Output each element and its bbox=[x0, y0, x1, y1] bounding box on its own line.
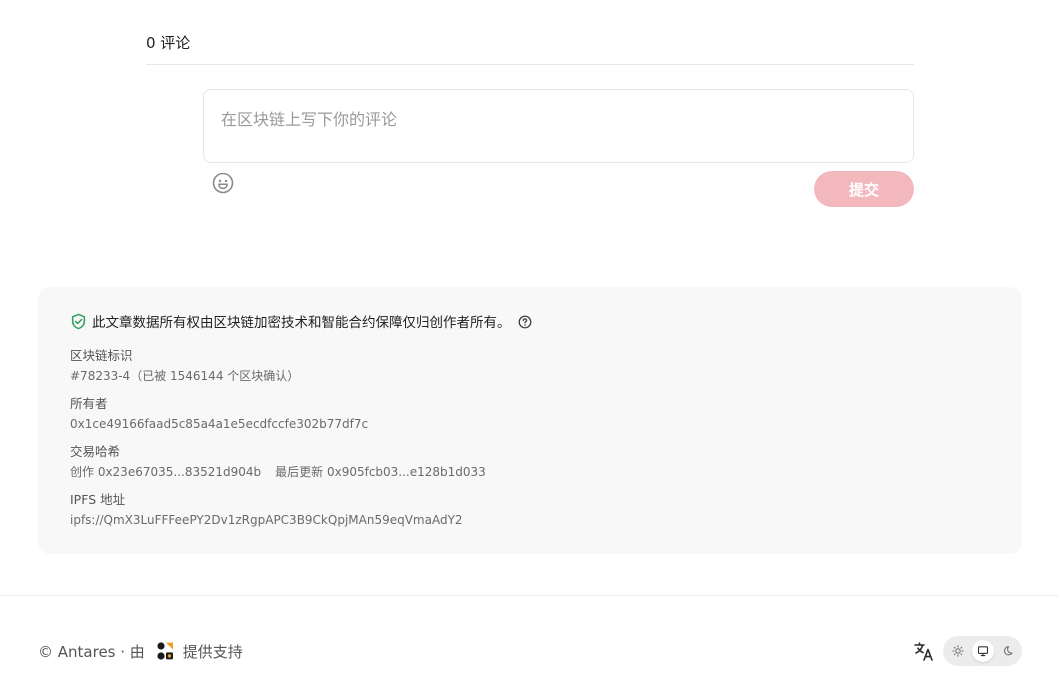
help-circle-icon[interactable] bbox=[518, 314, 532, 329]
blockchain-info-panel: 此文章数据所有权由区块链加密技术和智能合约保障仅归创作者所有。 区块链标识 #7… bbox=[38, 287, 1022, 554]
footer-credits: © Antares · 由 提供支持 bbox=[38, 640, 243, 662]
tx-updated-link[interactable]: 最后更新 0x905fcb03...e128b1d033 bbox=[275, 465, 486, 479]
comments-header: 0 评论 bbox=[146, 32, 914, 65]
comment-input[interactable] bbox=[204, 90, 913, 162]
field-value[interactable]: ipfs://QmX3LuFFFeePY2Dv1zRgpAPC3B9CkQpjM… bbox=[70, 512, 463, 528]
field-label: IPFS 地址 bbox=[70, 492, 126, 507]
field-value[interactable]: #78233-4（已被 1546144 个区块确认） bbox=[70, 368, 299, 384]
theme-switch bbox=[943, 636, 1022, 666]
comment-box bbox=[203, 89, 914, 163]
smile-icon[interactable] bbox=[212, 172, 234, 194]
field-chain-id: 区块链标识 #78233-4（已被 1546144 个区块确认） bbox=[70, 348, 299, 384]
monitor-icon[interactable] bbox=[971, 640, 994, 662]
ownership-notice-text: 此文章数据所有权由区块链加密技术和智能合约保障仅归创作者所有。 bbox=[92, 315, 511, 331]
footer-divider bbox=[0, 595, 1058, 596]
copyright-text: © Antares · 由 bbox=[38, 642, 145, 661]
translate-icon[interactable] bbox=[913, 640, 935, 662]
field-label: 区块链标识 bbox=[70, 348, 133, 363]
field-owner: 所有者 0x1ce49166faad5c85a4a1e5ecdfccfe302b… bbox=[70, 396, 368, 432]
xlog-logo-icon[interactable] bbox=[155, 641, 175, 661]
ownership-notice: 此文章数据所有权由区块链加密技术和智能合约保障仅归创作者所有。 bbox=[70, 311, 532, 331]
field-label: 交易哈希 bbox=[70, 444, 121, 459]
field-ipfs: IPFS 地址 ipfs://QmX3LuFFFeePY2Dv1zRgpAPC3… bbox=[70, 492, 463, 528]
support-text[interactable]: 提供支持 bbox=[183, 641, 243, 662]
comments-count: 0 评论 bbox=[146, 34, 191, 52]
field-label: 所有者 bbox=[70, 396, 108, 411]
field-tx-hash: 交易哈希 创作 0x23e67035...83521d904b 最后更新 0x90… bbox=[70, 444, 486, 480]
sun-icon[interactable] bbox=[947, 640, 969, 662]
tx-created-link[interactable]: 创作 0x23e67035...83521d904b bbox=[70, 465, 261, 479]
moon-icon[interactable] bbox=[996, 640, 1018, 662]
submit-button[interactable]: 提交 bbox=[814, 171, 914, 207]
field-value-row: 创作 0x23e67035...83521d904b 最后更新 0x905fcb0… bbox=[70, 464, 486, 480]
field-value[interactable]: 0x1ce49166faad5c85a4a1e5ecdfccfe302b77df… bbox=[70, 416, 368, 432]
shield-check-icon bbox=[70, 313, 87, 330]
